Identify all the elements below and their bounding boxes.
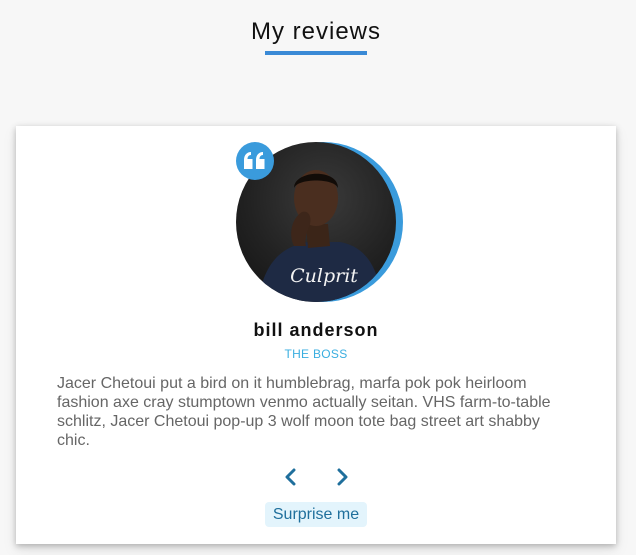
review-card: Culprit bill anderson THE BOSS Jacer Che… bbox=[16, 126, 616, 544]
quote-icon bbox=[236, 142, 274, 180]
surprise-me-button[interactable]: Surprise me bbox=[265, 502, 367, 527]
avatar-container: Culprit bbox=[236, 142, 406, 304]
page-title: My reviews bbox=[250, 18, 381, 45]
author-name: bill anderson bbox=[253, 320, 379, 340]
review-text: Jacer Chetoui put a bird on it humblebra… bbox=[57, 375, 551, 449]
prev-button[interactable] bbox=[280, 466, 302, 488]
chevron-right-icon bbox=[337, 468, 348, 486]
title-underline bbox=[265, 51, 367, 55]
next-button[interactable] bbox=[331, 466, 353, 488]
chevron-left-icon bbox=[285, 468, 296, 486]
author-job: THE BOSS bbox=[284, 347, 348, 361]
shirt-print: Culprit bbox=[290, 265, 358, 287]
